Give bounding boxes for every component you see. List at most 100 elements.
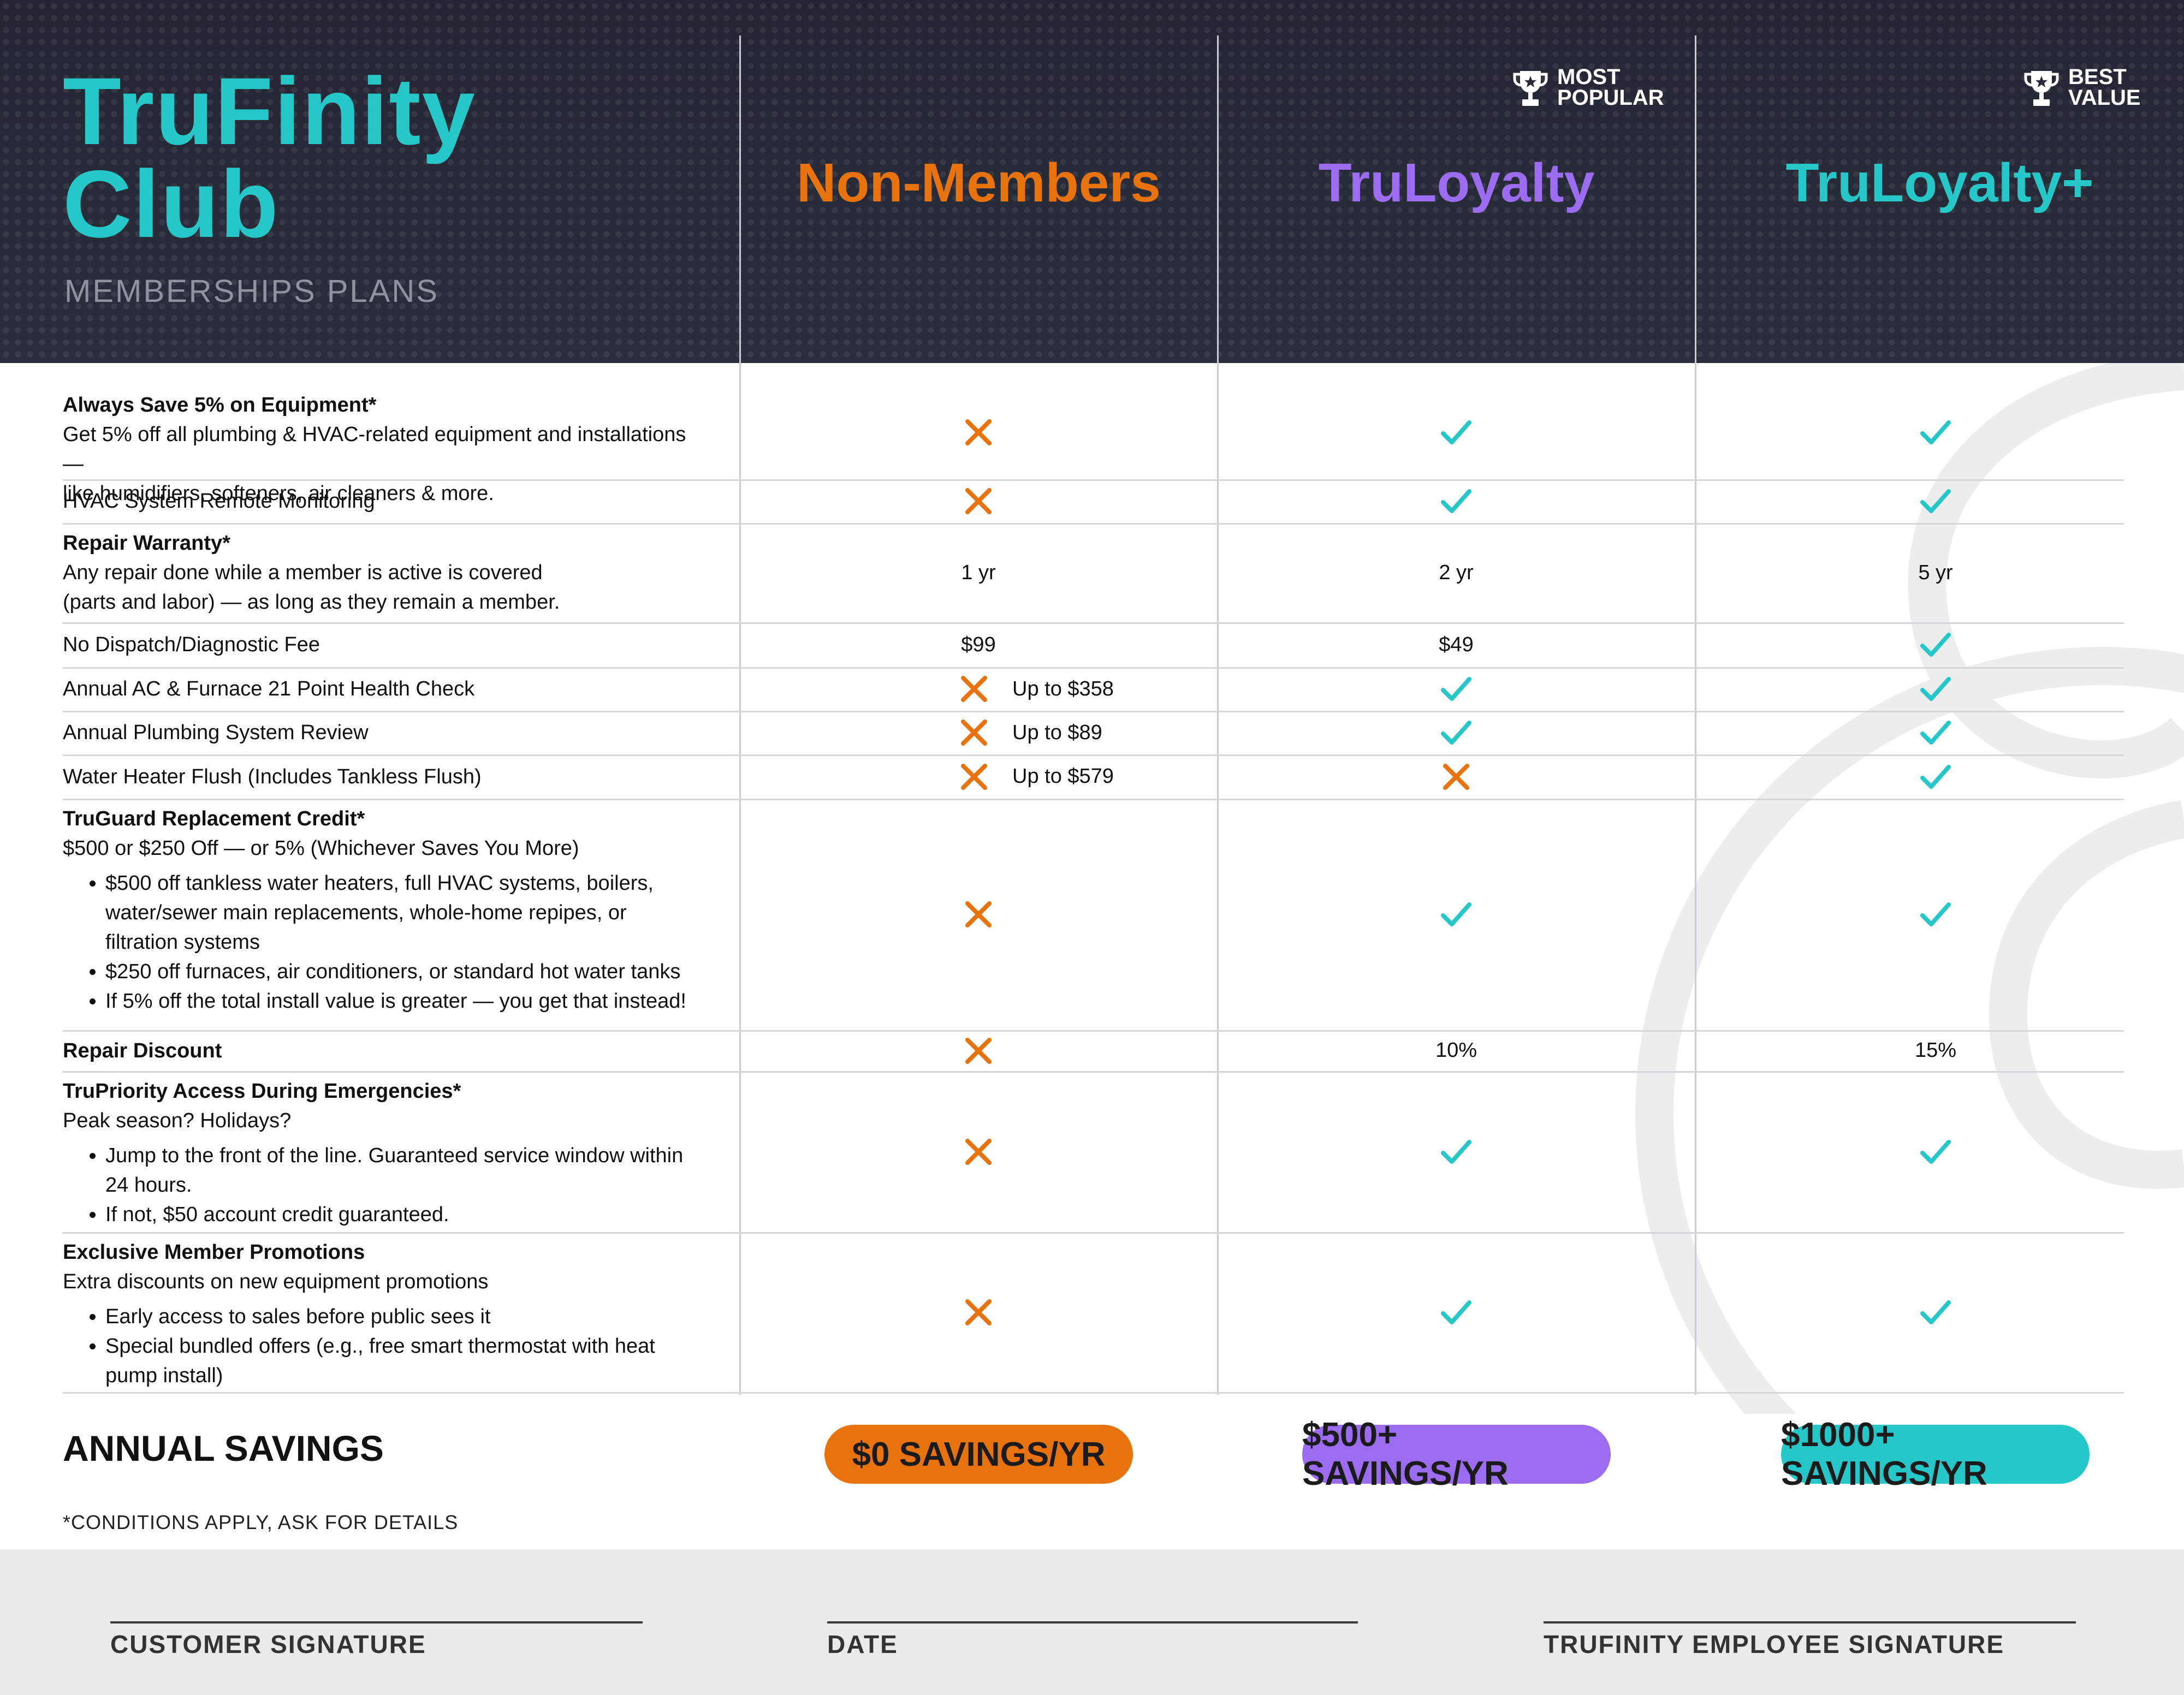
feature-text: Water Heater Flush (Includes Tankless Fl… [63, 765, 482, 788]
feature-text: No Dispatch/Diagnostic Fee [63, 633, 320, 656]
cell-truloyalty-plus [1772, 799, 2099, 1030]
x-icon [965, 1138, 992, 1165]
check-icon [1920, 633, 1951, 657]
check-icon [1441, 1300, 1471, 1324]
savings-value-note: Up to $579 [1012, 765, 1114, 788]
check-icon [1920, 721, 1951, 745]
cell-truloyalty-plus: 15% [1772, 1030, 2099, 1071]
x-icon [965, 1299, 992, 1325]
cell-truloyalty-plus [1772, 754, 2099, 799]
check-icon [1920, 489, 1951, 513]
feature-bullet: If 5% off the total install value is gre… [105, 986, 691, 1016]
check-icon [1920, 764, 1951, 789]
cell-non-members [815, 385, 1142, 479]
cell-value: 1 yr [961, 561, 996, 584]
check-icon [1441, 902, 1471, 926]
savings-pill-non-members: $0 SAVINGS/YR [824, 1425, 1133, 1484]
table-row: Repair Warranty* Any repair done while a … [63, 523, 2124, 624]
cell-value: $99 [961, 633, 996, 656]
feature-bullet: If not, $50 account credit guaranteed. [105, 1200, 691, 1229]
cell-non-members [815, 1071, 1142, 1232]
x-icon [961, 763, 987, 790]
x-icon [965, 488, 992, 514]
badge-most-popular-line2: POPULAR [1557, 86, 1664, 110]
feature-text: Any repair done while a member is active… [63, 561, 543, 584]
brand-logo-text: TruFinity Club [63, 58, 476, 252]
date-line[interactable] [827, 1621, 1358, 1623]
cell-non-members [815, 799, 1142, 1030]
badge-best-value-line2: VALUE [2068, 86, 2141, 110]
annual-savings-label: ANNUAL SAVINGS [63, 1428, 384, 1468]
feature-text: $500 or $250 Off — or 5% (Whichever Save… [63, 837, 579, 860]
feature-bullet-list: Jump to the front of the line. Guarantee… [63, 1141, 691, 1229]
customer-signature-line[interactable] [110, 1621, 643, 1623]
conditions-note: *CONDITIONS APPLY, ASK FOR DETAILS [63, 1511, 459, 1533]
table-row: Always Save 5% on Equipment* Get 5% off a… [63, 385, 2124, 505]
savings-pill-truloyalty-plus: $1000+ SAVINGS/YR [1781, 1416, 2090, 1492]
feature-bullet-list: $500 off tankless water heaters, full HV… [63, 869, 691, 1016]
brand-title-line1: TruFinity [63, 58, 476, 165]
feature-text: HVAC System Remote Monitoring [63, 490, 375, 513]
cell-non-members [815, 1232, 1142, 1392]
cell-truloyalty-plus [1772, 385, 2099, 479]
x-icon [965, 1037, 992, 1064]
cell-truloyalty [1292, 799, 1620, 1030]
feature-bullet: $500 off tankless water heaters, full HV… [105, 869, 691, 957]
feature-description: Repair Warranty* Any repair done while a … [63, 528, 691, 617]
cell-truloyalty [1292, 385, 1620, 479]
feature-title: TruGuard Replacement Credit* [63, 807, 365, 830]
feature-text: Annual Plumbing System Review [63, 721, 369, 744]
table-row: Annual AC & Furnace 21 Point Health Chec… [63, 667, 2124, 712]
cell-non-members: Up to $579 [815, 754, 1142, 799]
header-banner: TruFinity Club MEMBERSHIPS PLANS Non-Mem… [0, 0, 2184, 363]
cell-truloyalty [1292, 1071, 1620, 1232]
cell-truloyalty-plus [1772, 479, 2099, 523]
badge-best-value: BEST VALUE [2024, 65, 2141, 110]
employee-signature-line[interactable] [1544, 1621, 2076, 1623]
cell-non-members: 1 yr [815, 523, 1142, 622]
cell-truloyalty: 2 yr [1292, 523, 1620, 622]
cell-value: $49 [1439, 633, 1474, 656]
feature-bullet: Early access to sales before public sees… [105, 1302, 691, 1331]
feature-description: Exclusive Member Promotions Extra discoun… [63, 1238, 691, 1390]
table-row: Repair Discount 10% 15% [63, 1030, 2124, 1073]
check-icon [1441, 721, 1471, 745]
cell-truloyalty: $49 [1292, 622, 1620, 667]
cell-truloyalty-plus: 5 yr [1772, 523, 2099, 622]
feature-title: Repair Discount [63, 1039, 222, 1062]
cell-non-members: $99 [815, 622, 1142, 667]
cell-value: 5 yr [1918, 561, 1953, 584]
feature-description: HVAC System Remote Monitoring [63, 486, 691, 516]
check-icon [1441, 489, 1471, 513]
badge-most-popular-line1: MOST [1557, 65, 1621, 89]
trophy-icon [1513, 71, 1548, 106]
savings-pill-truloyalty: $500+ SAVINGS/YR [1302, 1416, 1611, 1492]
badge-best-value-line1: BEST [2068, 65, 2127, 89]
check-icon [1920, 1139, 1951, 1164]
feature-description: Annual Plumbing System Review [63, 718, 691, 747]
check-icon [1441, 1139, 1471, 1164]
cell-truloyalty-plus [1772, 622, 2099, 667]
feature-description: TruPriority Access During Emergencies* Pe… [63, 1077, 691, 1229]
feature-text: Peak season? Holidays? [63, 1109, 292, 1132]
feature-description: TruGuard Replacement Credit* $500 or $250… [63, 804, 691, 1016]
check-icon [1920, 420, 1951, 444]
cell-truloyalty-plus [1772, 1071, 2099, 1232]
cell-truloyalty [1292, 1232, 1620, 1392]
feature-text: Extra discounts on new equipment promoti… [63, 1270, 489, 1293]
savings-value-note: Up to $358 [1012, 677, 1114, 700]
trophy-icon [2024, 71, 2059, 106]
cell-truloyalty [1292, 711, 1620, 754]
feature-bullet: Special bundled offers (e.g., free smart… [105, 1331, 691, 1390]
feature-title: Always Save 5% on Equipment* [63, 394, 377, 417]
cell-non-members: Up to $89 [815, 711, 1142, 754]
table-row: Annual Plumbing System Review Up to $89 [63, 711, 2124, 756]
table-row: HVAC System Remote Monitoring [63, 479, 2124, 525]
date-label: DATE [827, 1630, 898, 1658]
x-icon [965, 901, 992, 927]
x-icon [961, 676, 987, 702]
cell-truloyalty [1292, 667, 1620, 711]
customer-signature-label: CUSTOMER SIGNATURE [110, 1630, 426, 1658]
check-icon [1920, 902, 1951, 926]
cell-value: 15% [1914, 1039, 1957, 1062]
